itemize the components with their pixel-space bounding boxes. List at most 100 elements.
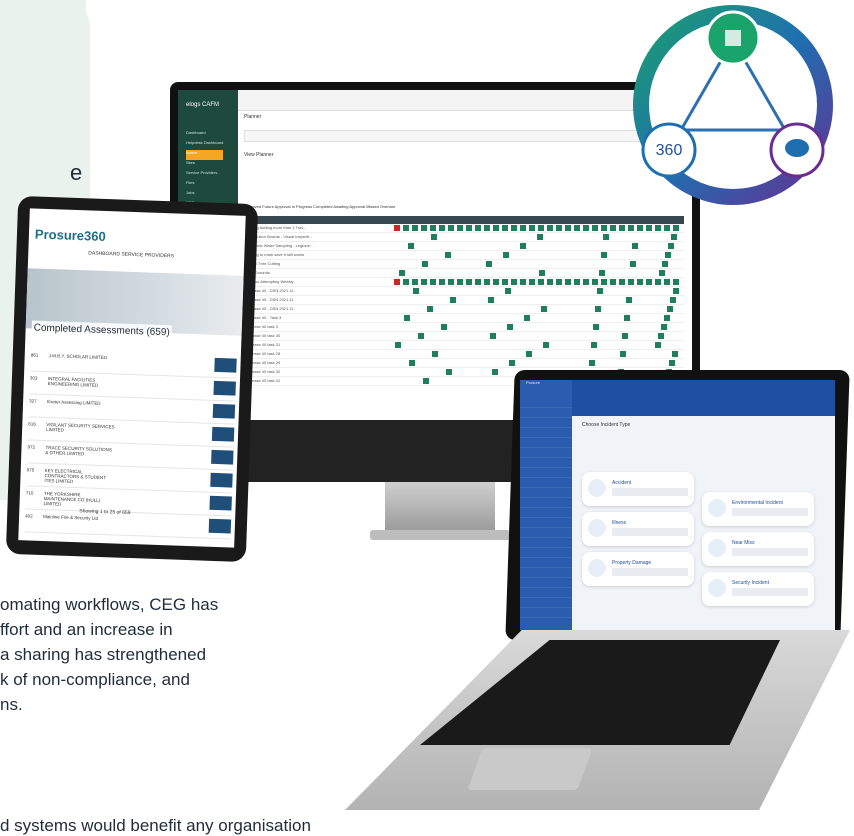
planner-cell[interactable] [565, 225, 571, 231]
cafm-nav-item[interactable]: Service Providers [186, 170, 223, 180]
planner-cell[interactable] [529, 225, 535, 231]
planner-cell[interactable] [475, 225, 481, 231]
planner-cell[interactable] [399, 270, 405, 276]
view-assessment-button[interactable] [211, 426, 235, 442]
laptop-nav-item[interactable] [520, 508, 572, 518]
incident-card-security[interactable]: Security Incident [702, 572, 814, 606]
laptop-nav-item[interactable] [520, 498, 572, 508]
laptop-nav-item[interactable] [520, 588, 572, 598]
planner-cell[interactable] [669, 360, 675, 366]
planner-cell[interactable] [492, 369, 498, 375]
planner-cell[interactable] [565, 279, 571, 285]
planner-cell[interactable] [395, 342, 401, 348]
planner-cell[interactable] [610, 279, 616, 285]
planner-cell[interactable] [484, 279, 490, 285]
planner-cell[interactable] [592, 279, 598, 285]
planner-cell[interactable] [664, 225, 670, 231]
planner-cell[interactable] [520, 225, 526, 231]
planner-cell[interactable] [427, 306, 433, 312]
planner-cell[interactable] [595, 306, 601, 312]
planner-cell[interactable] [619, 279, 625, 285]
planner-cell[interactable] [539, 270, 545, 276]
planner-cell[interactable] [457, 225, 463, 231]
planner-cell[interactable] [620, 351, 626, 357]
laptop-nav-item[interactable] [520, 608, 572, 618]
laptop-nav-item[interactable] [520, 468, 572, 478]
planner-cell[interactable] [624, 315, 630, 321]
planner-cell[interactable] [507, 324, 513, 330]
planner-cell[interactable] [457, 279, 463, 285]
planner-cell[interactable] [632, 243, 638, 249]
planner-cell[interactable] [556, 279, 562, 285]
planner-cell[interactable] [630, 261, 636, 267]
planner-cell[interactable] [655, 225, 661, 231]
planner-cell[interactable] [597, 288, 603, 294]
planner-row[interactable]: Bush / Tree Cutting [244, 260, 684, 269]
planner-cell[interactable] [673, 225, 679, 231]
planner-cell[interactable] [503, 252, 509, 258]
planner-cell[interactable] [592, 225, 598, 231]
planner-row[interactable]: Testing Adding more than 1 Trav... [244, 224, 684, 233]
planner-cell[interactable] [418, 333, 424, 339]
planner-cell[interactable] [466, 225, 472, 231]
planner-cell[interactable] [661, 324, 667, 330]
planner-cell[interactable] [668, 243, 674, 249]
laptop-nav-item[interactable] [520, 598, 572, 608]
planner-cell[interactable] [430, 279, 436, 285]
laptop-nav-item[interactable] [520, 458, 572, 468]
laptop-nav-item[interactable] [520, 438, 572, 448]
laptop-nav-item[interactable] [520, 528, 572, 538]
planner-cell[interactable] [484, 225, 490, 231]
planner-cell[interactable] [431, 234, 437, 240]
planner-cell[interactable] [412, 279, 418, 285]
view-assessment-button[interactable] [208, 518, 232, 534]
cafm-nav-item[interactable]: Dashboard [186, 130, 223, 140]
laptop-nav-item[interactable] [520, 478, 572, 488]
cafm-nav-item[interactable]: Jobs [186, 190, 223, 200]
planner-cell[interactable] [448, 225, 454, 231]
laptop-nav-item[interactable] [520, 448, 572, 458]
planner-cell[interactable] [659, 270, 665, 276]
planner-row[interactable]: Release 40 - DSN 2021.11 [244, 287, 684, 296]
planner-cell[interactable] [520, 279, 526, 285]
planner-cell[interactable] [667, 306, 673, 312]
planner-cell[interactable] [509, 360, 515, 366]
planner-cell[interactable] [574, 279, 580, 285]
prosure-nav[interactable]: DASHBOARD SERVICE PROVIDERS [88, 250, 174, 259]
planner-cell[interactable] [404, 315, 410, 321]
incident-card-near-miss[interactable]: Near Miss [702, 532, 814, 566]
laptop-nav-item[interactable] [520, 558, 572, 568]
planner-cell[interactable] [628, 225, 634, 231]
planner-cell[interactable] [556, 225, 562, 231]
laptop-nav-item[interactable] [520, 428, 572, 438]
planner-cell[interactable] [673, 288, 679, 294]
planner-cell[interactable] [502, 279, 508, 285]
planner-cell[interactable] [430, 225, 436, 231]
planner-cell[interactable] [450, 297, 456, 303]
planner-cell[interactable] [439, 225, 445, 231]
planner-row[interactable]: Release 40 - DSN 2021.11 [244, 305, 684, 314]
incident-card-environmental[interactable]: Environmental Incident [702, 492, 814, 526]
laptop-nav-item[interactable] [520, 578, 572, 588]
planner-cell[interactable] [538, 225, 544, 231]
planner-cell[interactable] [655, 342, 661, 348]
planner-cell[interactable] [593, 324, 599, 330]
planner-cell[interactable] [394, 225, 400, 231]
planner-cell[interactable] [665, 252, 671, 258]
planner-cell[interactable] [541, 306, 547, 312]
laptop-nav-item[interactable] [520, 488, 572, 498]
planner-cell[interactable] [622, 333, 628, 339]
laptop-nav-item[interactable] [520, 398, 572, 408]
planner-cell[interactable] [601, 225, 607, 231]
planner-cell[interactable] [403, 225, 409, 231]
laptop-nav-item[interactable] [520, 518, 572, 528]
planner-cell[interactable] [664, 315, 670, 321]
planner-cell[interactable] [589, 360, 595, 366]
planner-cell[interactable] [646, 225, 652, 231]
laptop-nav-item[interactable] [520, 418, 572, 428]
view-assessment-button[interactable] [211, 449, 234, 465]
planner-cell[interactable] [421, 279, 427, 285]
planner-cell[interactable] [475, 279, 481, 285]
planner-cell[interactable] [529, 279, 535, 285]
planner-cell[interactable] [526, 351, 532, 357]
